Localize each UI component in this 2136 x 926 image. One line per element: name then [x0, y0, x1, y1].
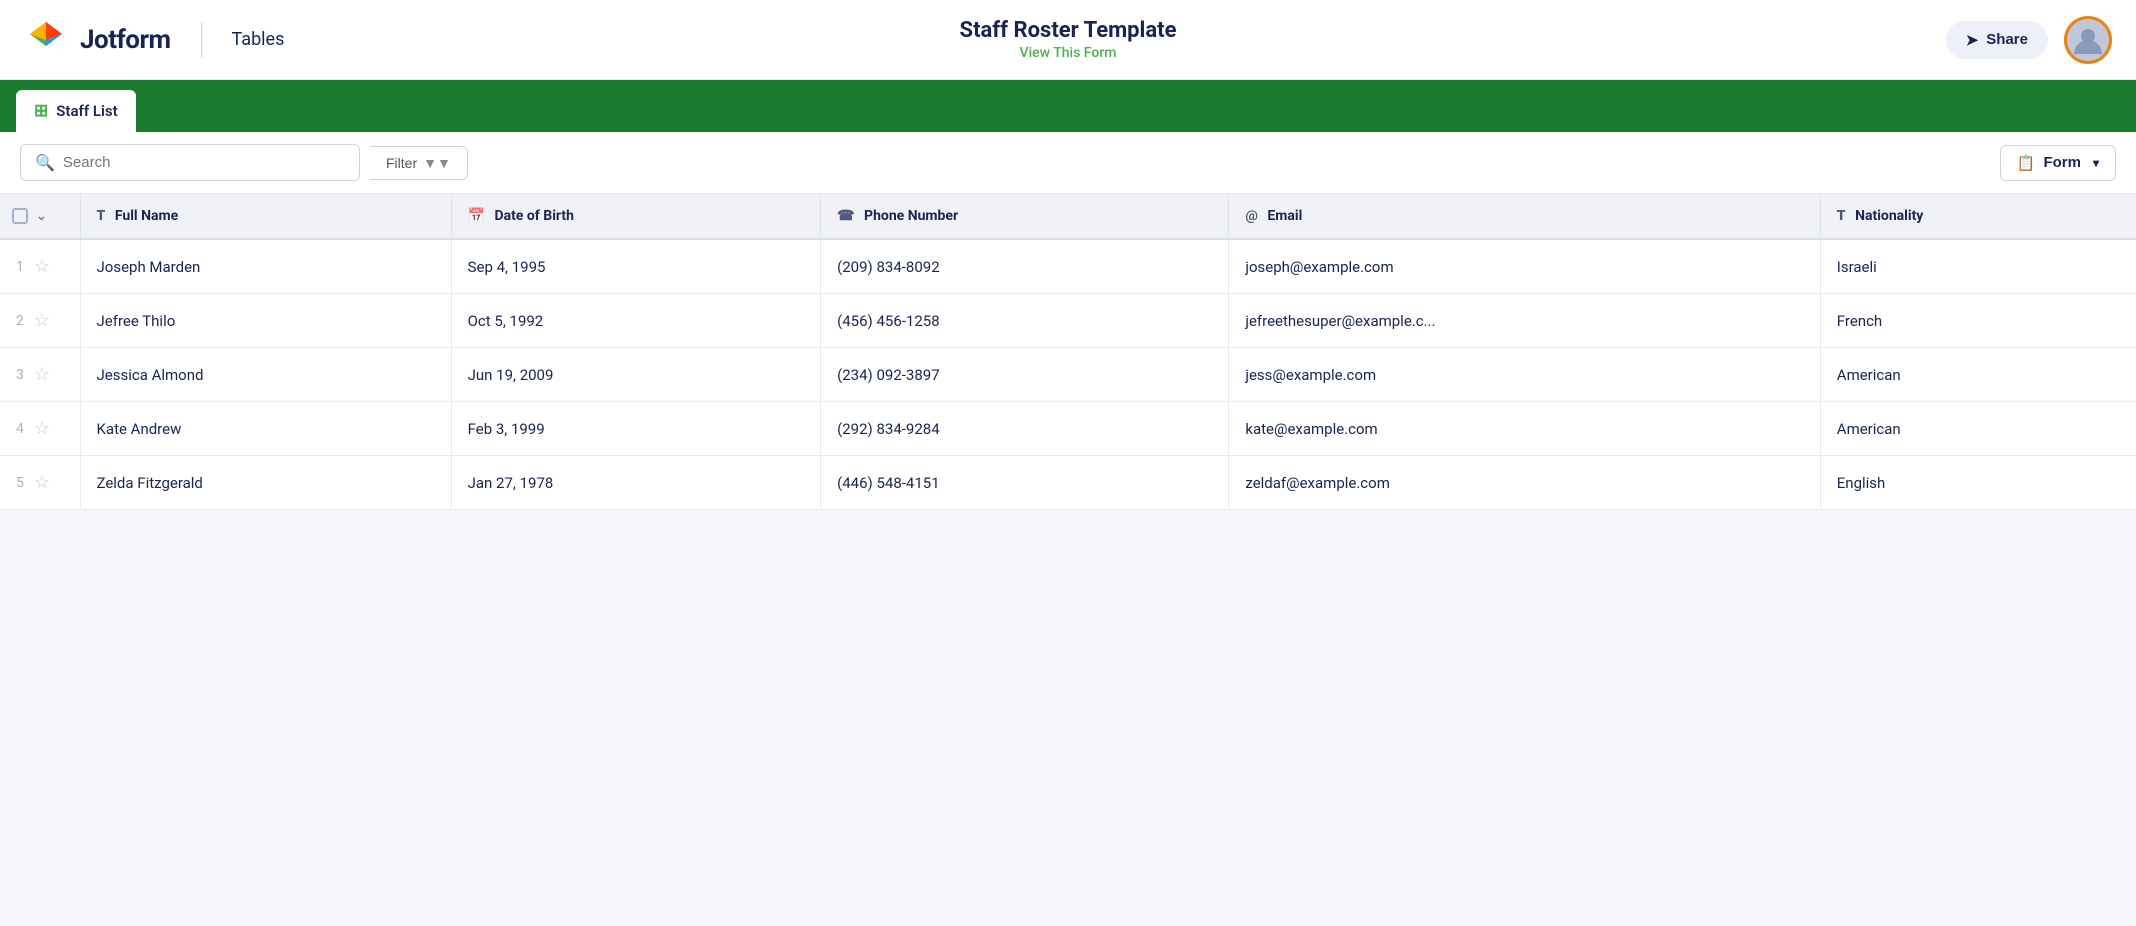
calendar-icon: 📅: [468, 208, 485, 224]
cell-nationality: English: [1820, 456, 2136, 510]
form-label: Form: [2043, 154, 2081, 171]
search-box: 🔍: [20, 144, 360, 181]
filter-icon: ▼▼: [423, 155, 451, 171]
header-center: Staff Roster Template View This Form: [960, 18, 1177, 60]
cell-email: joseph@example.com: [1229, 239, 1820, 294]
header-divider: [201, 22, 202, 58]
star-icon[interactable]: ☆: [34, 310, 50, 331]
star-icon[interactable]: ☆: [34, 472, 50, 493]
column-nationality: T Nationality: [1820, 194, 2136, 239]
cell-nationality: American: [1820, 348, 2136, 402]
cell-dob: Jan 27, 1978: [451, 456, 821, 510]
share-icon: ➤: [1966, 31, 1979, 49]
staff-list-tab[interactable]: ⊞ Staff List: [16, 90, 136, 132]
form-icon: 📋: [2017, 154, 2036, 172]
column-fullname-label: Full Name: [115, 208, 178, 224]
column-email: @ Email: [1229, 194, 1820, 239]
star-icon[interactable]: ☆: [34, 418, 50, 439]
column-fullname: T Full Name: [80, 194, 451, 239]
view-form-link[interactable]: View This Form: [960, 45, 1177, 61]
filter-label: Filter: [386, 155, 417, 171]
at-icon: @: [1245, 208, 1258, 224]
avatar[interactable]: [2064, 16, 2112, 64]
column-nationality-label: Nationality: [1855, 208, 1923, 224]
text-icon-fullname: T: [97, 208, 106, 224]
cell-phone: (234) 092-3897: [821, 348, 1229, 402]
table-row: 4 ☆ Kate Andrew Feb 3, 1999 (292) 834-92…: [0, 402, 2136, 456]
cell-nationality: French: [1820, 294, 2136, 348]
cell-dob: Jun 19, 2009: [451, 348, 821, 402]
cell-fullname: Jessica Almond: [80, 348, 451, 402]
toolbar: 🔍 Filter ▼▼ 📋 Form ▾: [0, 132, 2136, 194]
chevron-down-icon: ▾: [2093, 156, 2099, 170]
cell-nationality: American: [1820, 402, 2136, 456]
search-input[interactable]: [63, 154, 345, 171]
cell-dob: Feb 3, 1999: [451, 402, 821, 456]
column-phone: ☎ Phone Number: [821, 194, 1229, 239]
search-icon: 🔍: [35, 153, 55, 172]
header: Jotform Tables Staff Roster Template Vie…: [0, 0, 2136, 80]
row-number: 4: [16, 421, 24, 437]
text-icon-nationality: T: [1837, 208, 1846, 224]
page-title: Staff Roster Template: [960, 18, 1177, 44]
cell-phone: (292) 834-9284: [821, 402, 1229, 456]
star-icon[interactable]: ☆: [34, 256, 50, 277]
cell-fullname: Zelda Fitzgerald: [80, 456, 451, 510]
star-icon[interactable]: ☆: [34, 364, 50, 385]
cell-fullname: Jefree Thilo: [80, 294, 451, 348]
row-number: 1: [16, 259, 24, 275]
column-dob-label: Date of Birth: [495, 208, 574, 224]
column-phone-label: Phone Number: [864, 208, 958, 224]
tables-label: Tables: [232, 29, 285, 50]
table-container: ⌄ T Full Name 📅 Date of Birth ☎ Phone Nu…: [0, 194, 2136, 510]
cell-email: kate@example.com: [1229, 402, 1820, 456]
cell-phone: (456) 456-1258: [821, 294, 1229, 348]
cell-fullname: Kate Andrew: [80, 402, 451, 456]
share-label: Share: [1986, 31, 2028, 48]
logo-text: Jotform: [80, 25, 171, 55]
grid-icon: ⊞: [34, 101, 48, 121]
cell-nationality: Israeli: [1820, 239, 2136, 294]
header-checkbox[interactable]: [12, 208, 28, 224]
row-number: 5: [16, 475, 24, 491]
form-button[interactable]: 📋 Form ▾: [2000, 145, 2116, 181]
filter-button[interactable]: Filter ▼▼: [370, 146, 468, 180]
staff-table: ⌄ T Full Name 📅 Date of Birth ☎ Phone Nu…: [0, 194, 2136, 510]
row-leading-cell: 1 ☆: [0, 239, 80, 294]
tab-bar: ⊞ Staff List: [0, 80, 2136, 132]
table-header: ⌄ T Full Name 📅 Date of Birth ☎ Phone Nu…: [0, 194, 2136, 239]
logo-area: Jotform Tables: [24, 18, 284, 62]
cell-email: zeldaf@example.com: [1229, 456, 1820, 510]
toolbar-right: 📋 Form ▾: [2000, 145, 2116, 181]
cell-email: jess@example.com: [1229, 348, 1820, 402]
table-row: 5 ☆ Zelda Fitzgerald Jan 27, 1978 (446) …: [0, 456, 2136, 510]
row-leading-cell: 4 ☆: [0, 402, 80, 456]
row-number: 3: [16, 367, 24, 383]
cell-phone: (446) 548-4151: [821, 456, 1229, 510]
row-leading-cell: 2 ☆: [0, 294, 80, 348]
row-leading-cell: 3 ☆: [0, 348, 80, 402]
cell-fullname: Joseph Marden: [80, 239, 451, 294]
table-row: 2 ☆ Jefree Thilo Oct 5, 1992 (456) 456-1…: [0, 294, 2136, 348]
header-chevron-icon[interactable]: ⌄: [36, 209, 47, 224]
row-number: 2: [16, 313, 24, 329]
cell-dob: Oct 5, 1992: [451, 294, 821, 348]
column-dob: 📅 Date of Birth: [451, 194, 821, 239]
cell-dob: Sep 4, 1995: [451, 239, 821, 294]
cell-email: jefreethesuper@example.c...: [1229, 294, 1820, 348]
tab-label: Staff List: [56, 102, 117, 120]
column-select: ⌄: [0, 194, 80, 239]
table-body: 1 ☆ Joseph Marden Sep 4, 1995 (209) 834-…: [0, 239, 2136, 510]
table-row: 3 ☆ Jessica Almond Jun 19, 2009 (234) 09…: [0, 348, 2136, 402]
column-email-label: Email: [1267, 208, 1302, 224]
phone-icon: ☎: [837, 208, 854, 224]
jotform-logo-icon: [24, 18, 68, 62]
header-actions: ➤ Share: [1946, 16, 2112, 64]
cell-phone: (209) 834-8092: [821, 239, 1229, 294]
row-leading-cell: 5 ☆: [0, 456, 80, 510]
avatar-icon: [2070, 22, 2106, 58]
share-button[interactable]: ➤ Share: [1946, 21, 2048, 59]
table-row: 1 ☆ Joseph Marden Sep 4, 1995 (209) 834-…: [0, 239, 2136, 294]
